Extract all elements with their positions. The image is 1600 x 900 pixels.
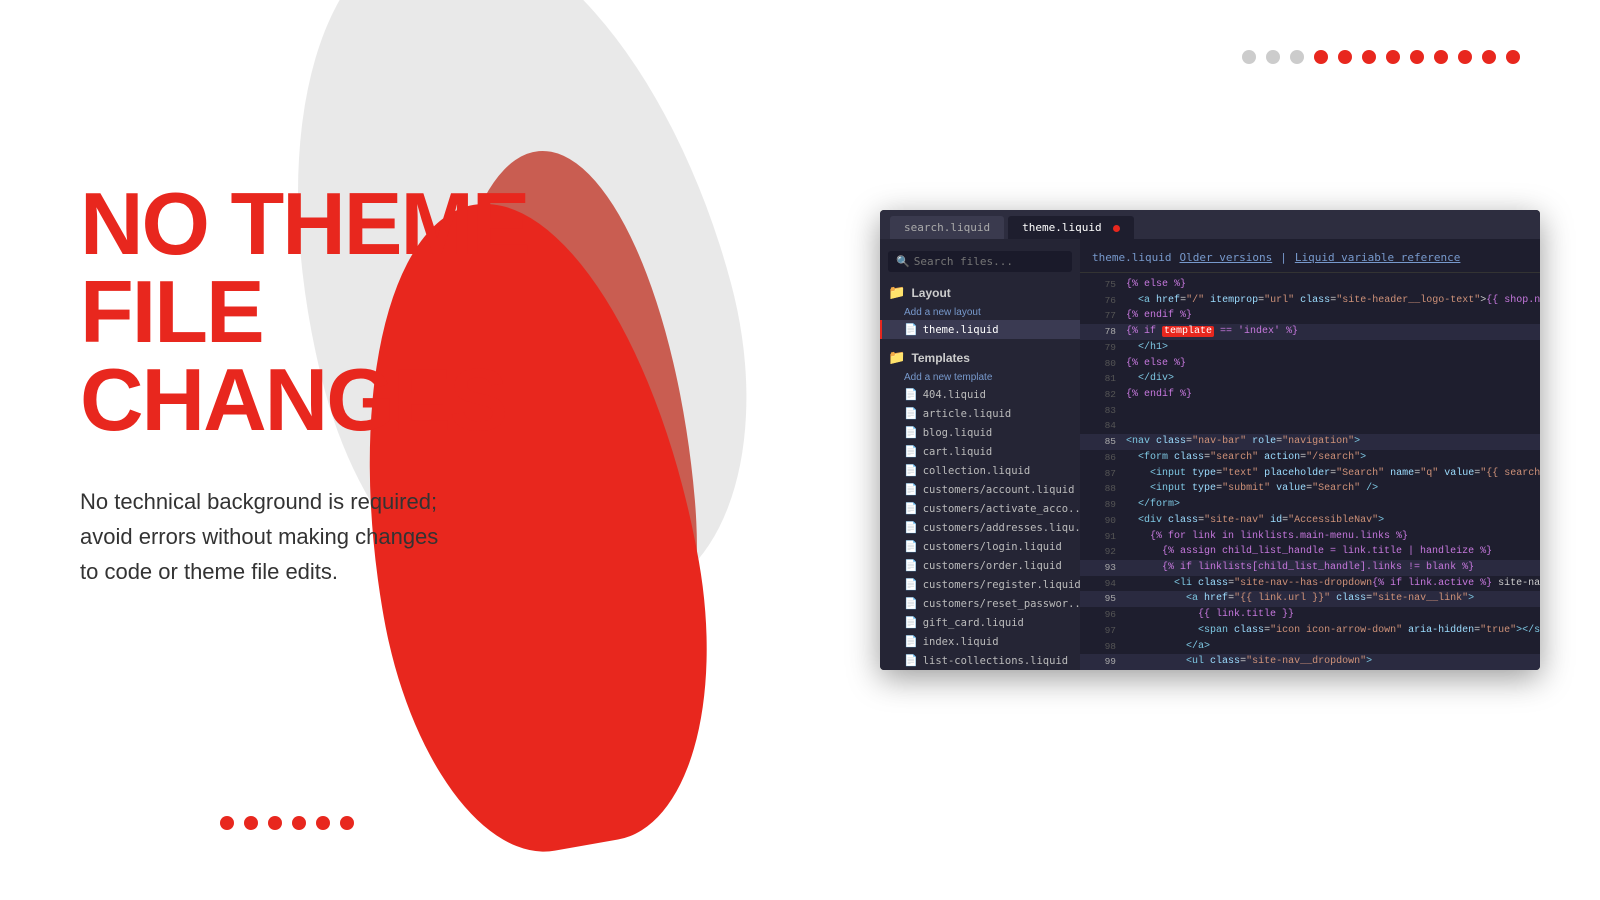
headline-line2: FILE CHANGES [80, 268, 660, 444]
code-line-99: 99 <ul class="site-nav__dropdown"> [1080, 654, 1540, 670]
dot-6 [1362, 50, 1376, 64]
sidebar-file-list-collections[interactable]: 📄list-collections.liquid [880, 651, 1080, 670]
tab-theme-liquid[interactable]: theme.liquid [1008, 216, 1134, 239]
add-template-link[interactable]: Add a new template [880, 370, 1080, 385]
sidebar-file-theme-liquid[interactable]: 📄 theme.liquid [880, 320, 1080, 339]
sidebar-file-customers-account[interactable]: 📄customers/account.liquid [880, 480, 1080, 499]
sidebar-file-customers-reset[interactable]: 📄customers/reset_passwor... [880, 594, 1080, 613]
dot-5 [1338, 50, 1352, 64]
folder-icon-2: 📁 [888, 349, 905, 366]
code-line-90: 90 <div class="site-nav" id="AccessibleN… [1080, 513, 1540, 529]
left-content: NO THEME FILE CHANGES No technical backg… [80, 180, 660, 590]
code-filename: theme.liquid [1092, 251, 1171, 264]
dot-9 [1434, 50, 1448, 64]
sidebar-file-customers-login[interactable]: 📄customers/login.liquid [880, 537, 1080, 556]
sidebar-file-blog[interactable]: 📄blog.liquid [880, 423, 1080, 442]
dots-bottom-left [220, 816, 354, 830]
bdot-3 [268, 816, 282, 830]
subtitle-text: No technical background is required; avo… [80, 484, 660, 590]
sidebar-file-cart[interactable]: 📄cart.liquid [880, 442, 1080, 461]
dot-2 [1266, 50, 1280, 64]
templates-label: Templates [911, 351, 969, 365]
code-line-96: 96 {{ link.title }} [1080, 607, 1540, 623]
code-line-83: 83 [1080, 403, 1540, 419]
search-input[interactable] [914, 255, 1064, 268]
sidebar-section-templates: 📁 Templates Add a new template 📄404.liqu… [880, 345, 1080, 670]
editor-sidebar: 🔍 📁 Layout Add a new layout 📄 theme.liqu… [880, 239, 1080, 670]
code-line-93: 93 {% if linklists[child_list_handle].li… [1080, 560, 1540, 576]
sidebar-file-customers-order[interactable]: 📄customers/order.liquid [880, 556, 1080, 575]
code-line-98: 98 </a> [1080, 639, 1540, 655]
layout-section-header[interactable]: 📁 Layout [880, 280, 1080, 305]
code-line-76: 76 <a href="/" itemprop="url" class="sit… [1080, 293, 1540, 309]
sidebar-file-index[interactable]: 📄index.liquid [880, 632, 1080, 651]
dot-4 [1314, 50, 1328, 64]
code-line-94: 94 <li class="site-nav--has-dropdown{% i… [1080, 576, 1540, 592]
code-line-88: 88 <input type="submit" value="Search" /… [1080, 481, 1540, 497]
sidebar-file-404[interactable]: 📄404.liquid [880, 385, 1080, 404]
code-line-92: 92 {% assign child_list_handle = link.ti… [1080, 544, 1540, 560]
bdot-4 [292, 816, 306, 830]
layout-label: Layout [911, 286, 950, 300]
add-layout-link[interactable]: Add a new layout [880, 305, 1080, 320]
bdot-5 [316, 816, 330, 830]
editor-panel: search.liquid theme.liquid 🔍 📁 Layout Ad… [880, 210, 1540, 670]
code-line-84: 84 [1080, 418, 1540, 434]
code-line-85: 85 <nav class="nav-bar" role="navigation… [1080, 434, 1540, 450]
code-line-97: 97 <span class="icon icon-arrow-down" ar… [1080, 623, 1540, 639]
sidebar-file-customers-activate[interactable]: 📄customers/activate_acco... [880, 499, 1080, 518]
sidebar-file-customers-addresses[interactable]: 📄customers/addresses.liqu... [880, 518, 1080, 537]
code-line-78: 78 {% if template == 'index' %} [1080, 324, 1540, 340]
bdot-1 [220, 816, 234, 830]
dots-top-right [1242, 50, 1520, 64]
main-headline: NO THEME FILE CHANGES [80, 180, 660, 444]
bdot-6 [340, 816, 354, 830]
sidebar-file-gift-card[interactable]: 📄gift_card.liquid [880, 613, 1080, 632]
tab-search-liquid[interactable]: search.liquid [890, 216, 1004, 239]
dot-11 [1482, 50, 1496, 64]
code-line-80: 80 {% else %} [1080, 356, 1540, 372]
sidebar-section-layout: 📁 Layout Add a new layout 📄 theme.liquid [880, 280, 1080, 339]
dot-12 [1506, 50, 1520, 64]
code-line-87: 87 <input type="text" placeholder="Searc… [1080, 466, 1540, 482]
code-line-95: 95 <a href="{{ link.url }}" class="site-… [1080, 591, 1540, 607]
code-line-75: 75 {% else %} [1080, 277, 1540, 293]
code-line-86: 86 <form class="search" action="/search"… [1080, 450, 1540, 466]
code-area: theme.liquid Older versions | Liquid var… [1080, 239, 1540, 670]
sidebar-file-collection[interactable]: 📄collection.liquid [880, 461, 1080, 480]
tab-modified-dot [1113, 225, 1120, 232]
folder-icon: 📁 [888, 284, 905, 301]
file-icon: 📄 [904, 323, 918, 336]
dot-3 [1290, 50, 1304, 64]
dot-1 [1242, 50, 1256, 64]
code-header: theme.liquid Older versions | Liquid var… [1080, 245, 1540, 273]
sidebar-search[interactable]: 🔍 [888, 251, 1072, 272]
dot-8 [1410, 50, 1424, 64]
templates-section-header[interactable]: 📁 Templates [880, 345, 1080, 370]
editor-main: 🔍 📁 Layout Add a new layout 📄 theme.liqu… [880, 239, 1540, 670]
headline-line1: NO THEME [80, 180, 660, 268]
sidebar-file-customers-register[interactable]: 📄customers/register.liquid [880, 575, 1080, 594]
dot-10 [1458, 50, 1472, 64]
code-line-89: 89 </form> [1080, 497, 1540, 513]
code-line-82: 82 {% endif %} [1080, 387, 1540, 403]
dot-7 [1386, 50, 1400, 64]
code-line-77: 77 {% endif %} [1080, 308, 1540, 324]
bdot-2 [244, 816, 258, 830]
code-line-91: 91 {% for link in linklists.main-menu.li… [1080, 529, 1540, 545]
older-versions-link[interactable]: Older versions [1179, 251, 1272, 264]
tabs-bar: search.liquid theme.liquid [880, 210, 1540, 239]
code-line-79: 79 </h1> [1080, 340, 1540, 356]
code-line-81: 81 </div> [1080, 371, 1540, 387]
search-icon: 🔍 [896, 255, 910, 268]
liquid-variable-reference-link[interactable]: Liquid variable reference [1295, 251, 1461, 264]
sidebar-file-article[interactable]: 📄article.liquid [880, 404, 1080, 423]
